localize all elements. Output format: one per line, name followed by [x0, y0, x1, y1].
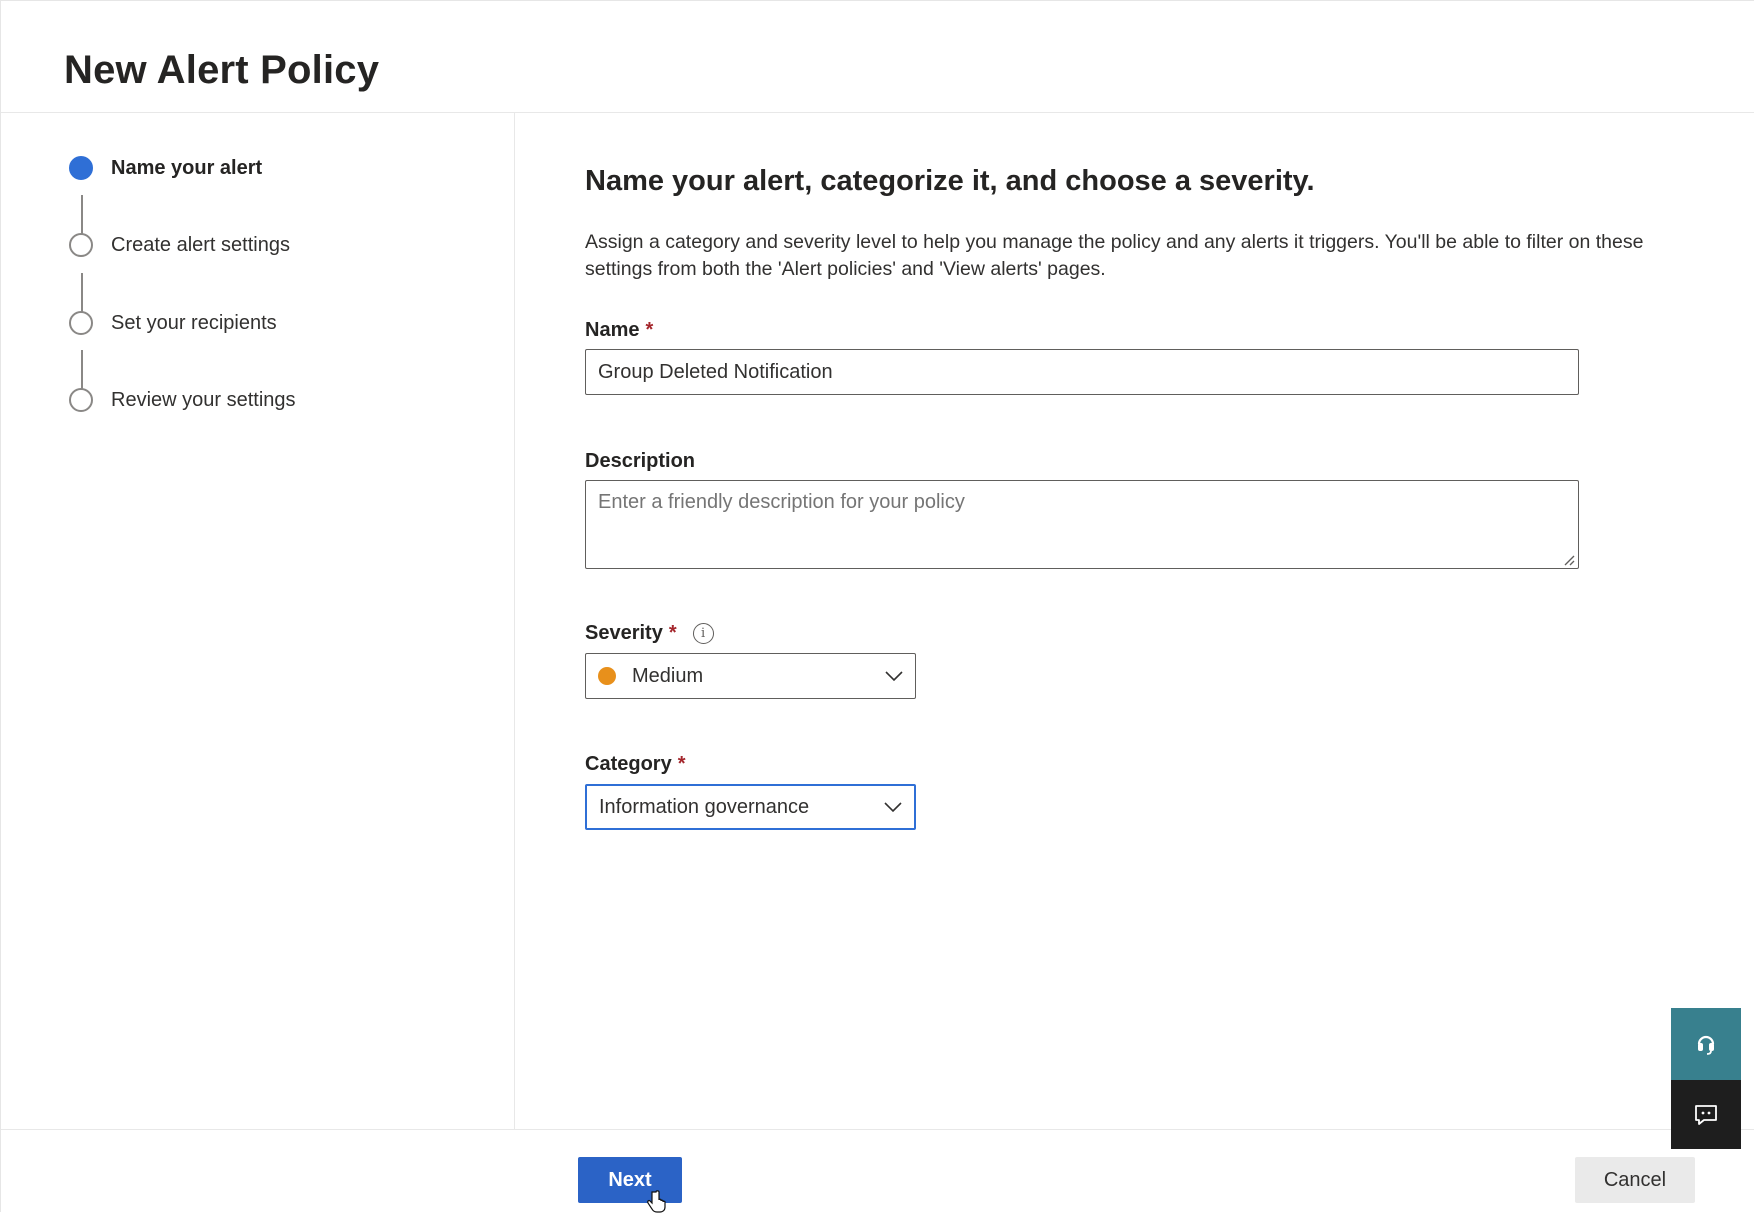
- severity-dropdown[interactable]: Medium: [585, 653, 916, 699]
- info-icon[interactable]: i: [692, 623, 714, 644]
- step-pending-indicator-icon: [69, 233, 93, 257]
- step-review-your-settings[interactable]: Review your settings: [69, 385, 296, 415]
- help-button[interactable]: [1671, 1008, 1741, 1080]
- severity-label-text: Severity: [585, 622, 663, 644]
- severity-medium-dot-icon: [598, 667, 616, 685]
- description-textarea[interactable]: [585, 480, 1579, 569]
- description-label-text: Description: [585, 450, 696, 472]
- chevron-down-icon: [885, 671, 903, 682]
- step-label: Create alert settings: [111, 233, 290, 256]
- step-label: Set your recipients: [111, 311, 277, 334]
- required-mark: *: [677, 753, 686, 775]
- category-value: Information governance: [599, 795, 810, 818]
- step-set-your-recipients[interactable]: Set your recipients: [69, 308, 277, 338]
- wizard-footer: Next Cancel: [1, 1129, 1754, 1213]
- page-header: New Alert Policy: [1, 1, 1754, 113]
- step-name-your-alert[interactable]: Name your alert: [69, 153, 262, 183]
- section-description: Assign a category and severity level to …: [585, 231, 1644, 280]
- page-title: New Alert Policy: [64, 48, 380, 92]
- step-label: Review your settings: [111, 388, 296, 411]
- step-active-indicator-icon: [69, 156, 93, 180]
- step-create-alert-settings[interactable]: Create alert settings: [69, 230, 290, 260]
- feedback-button[interactable]: [1671, 1080, 1741, 1149]
- category-dropdown[interactable]: Information governance: [585, 784, 916, 830]
- description-label: Description: [585, 450, 695, 473]
- section-heading: Name your alert, categorize it, and choo…: [585, 165, 1315, 197]
- cancel-button[interactable]: Cancel: [1575, 1157, 1695, 1203]
- hand-cursor-icon: [647, 1190, 666, 1213]
- name-label: Name *: [585, 319, 653, 342]
- step-pending-indicator-icon: [69, 388, 93, 412]
- wizard-steps: Name your alert Create alert settings Se…: [1, 113, 515, 1129]
- wizard-panel: New Alert Policy Name your alert Create …: [0, 0, 1754, 1213]
- severity-value: Medium: [632, 664, 704, 687]
- chevron-down-icon: [884, 802, 902, 813]
- required-mark: *: [645, 319, 654, 341]
- step-pending-indicator-icon: [69, 311, 93, 335]
- description-field-wrap: [515, 480, 1615, 570]
- severity-label: Severity * i: [585, 622, 714, 645]
- main-content: Name your alert, categorize it, and choo…: [515, 113, 1754, 1129]
- resize-grip-icon[interactable]: [1563, 554, 1575, 566]
- step-label: Name your alert: [111, 156, 263, 179]
- name-input-value: Group Deleted Notification: [598, 360, 833, 383]
- name-input[interactable]: Group Deleted Notification: [585, 349, 1579, 395]
- name-label-text: Name: [585, 319, 640, 341]
- headset-icon: [1697, 1035, 1715, 1055]
- required-mark: *: [668, 622, 677, 644]
- category-label-text: Category: [585, 753, 672, 775]
- chat-feedback-icon: [1695, 1104, 1717, 1125]
- category-label: Category *: [585, 753, 686, 776]
